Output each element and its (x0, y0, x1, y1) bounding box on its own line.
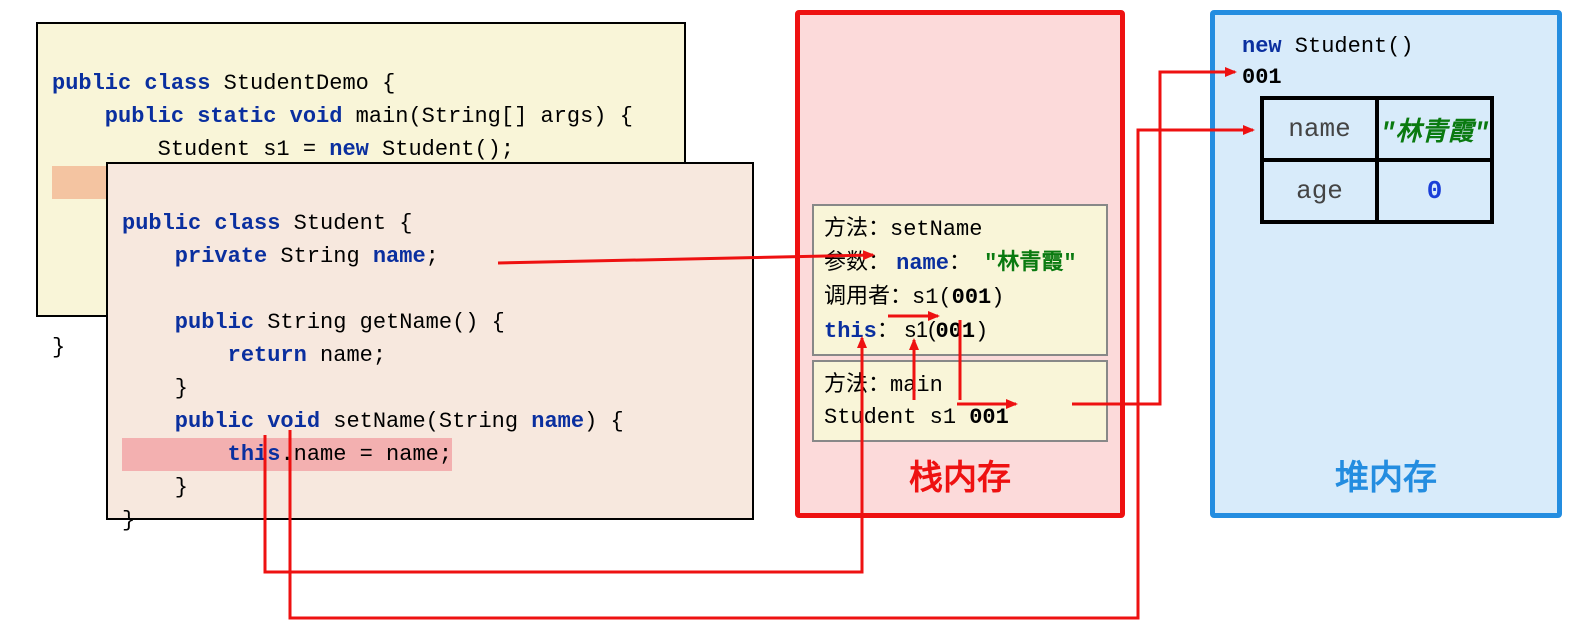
code-text: } (122, 475, 188, 500)
field-age-cell: age (1262, 160, 1377, 222)
code-text: main(String[] args) { (342, 104, 632, 129)
addr: 001 (969, 405, 1009, 430)
var-decl: Student s1 (824, 405, 969, 430)
code-text: setName(String (320, 409, 531, 434)
field-value-cell: 0 (1377, 160, 1492, 222)
label-caller: 调用者： (824, 283, 912, 308)
this-kw: this (824, 319, 877, 344)
kw: public (122, 310, 254, 335)
stack-frame-main: 方法：main Student s1 001 (812, 360, 1108, 442)
kw: public class (52, 71, 210, 96)
kw: public void (122, 409, 320, 434)
code-text: String getName() { (254, 310, 505, 335)
stack-frame-setname: 方法：setName 参数： name： "林青霞" 调用者：s1(001) t… (812, 204, 1108, 356)
field-name: name (373, 244, 426, 269)
code-text: Student s1 = (52, 137, 329, 162)
code-box-student: public class Student { private String na… (106, 162, 754, 520)
kw: return (122, 343, 307, 368)
method-name: main (890, 373, 943, 398)
heap-object-table: name "林青霞" age 0 (1260, 96, 1494, 224)
field-value-cell: "林青霞" (1377, 98, 1492, 160)
method-name: setName (890, 217, 982, 242)
addr: 001 (952, 285, 992, 310)
kw: private (122, 244, 267, 269)
colon: ： (949, 249, 971, 274)
kw: public class (122, 211, 280, 236)
new-kw: new (1242, 34, 1282, 59)
heap-object-header: new Student() 001 (1242, 32, 1414, 94)
code-text: String (267, 244, 373, 269)
code-text: ) { (584, 409, 624, 434)
code-text: .name = name; (280, 442, 452, 467)
caller: s1( (912, 285, 952, 310)
field-name-cell: name (1262, 98, 1377, 160)
code-text: ; (426, 244, 439, 269)
addr: 001 (936, 319, 976, 344)
label-method: 方法： (824, 215, 890, 240)
kw: public static void (52, 104, 342, 129)
code-text: Student(); (369, 137, 514, 162)
param: name (896, 251, 949, 276)
kw: new (329, 137, 369, 162)
heap-address: 001 (1242, 63, 1414, 94)
code-text: Student { (280, 211, 412, 236)
this-close: ) (975, 319, 988, 344)
caller-tail: ) (991, 285, 1004, 310)
code-text: name; (307, 343, 386, 368)
code-text: } (122, 376, 188, 401)
code-text: StudentDemo { (210, 71, 395, 96)
this-tail: ： s1( (877, 317, 936, 342)
code-text: } (52, 335, 65, 360)
ctor: Student() (1282, 34, 1414, 59)
kw: this (122, 442, 280, 467)
param-name: name (531, 409, 584, 434)
heap-label: 堆内存 (1210, 450, 1562, 499)
param-value: "林青霞" (984, 251, 1076, 276)
label-param: 参数： (824, 249, 896, 274)
stack-label: 栈内存 (795, 450, 1125, 499)
label-method: 方法： (824, 371, 890, 396)
blank (122, 277, 135, 302)
highlight-this: this.name = name; (122, 438, 452, 471)
code-text: } (122, 508, 135, 533)
